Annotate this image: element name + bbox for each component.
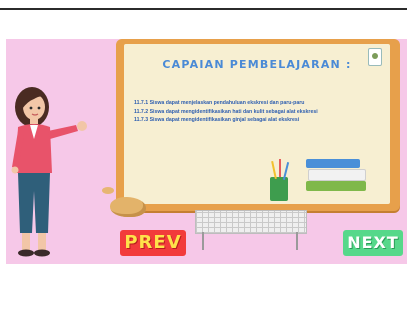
prev-button[interactable]: PREV xyxy=(120,230,186,256)
outcome-item: 11.7.2 Siswa dapat mengidentifikasikan h… xyxy=(134,108,318,115)
teacher-illustration xyxy=(11,87,87,257)
stand-leg xyxy=(202,232,204,250)
learning-outcomes-list: 11.7.1 Siswa dapat menjelaskan pendahulu… xyxy=(134,99,384,125)
outcome-item: 11.7.1 Siswa dapat menjelaskan pendahulu… xyxy=(134,100,305,106)
pencil-icon xyxy=(279,159,281,177)
top-divider xyxy=(0,8,407,10)
school-logo-icon xyxy=(368,48,382,66)
next-button[interactable]: NEXT xyxy=(343,230,403,256)
slide-scene: CAPAIAN PEMBELAJARAN : 11.7.1 Siswa dapa… xyxy=(6,39,407,264)
board-stand xyxy=(195,210,307,234)
outcome-item: 11.7.3 Siswa dapat mengidentifikasikan g… xyxy=(134,117,300,123)
stand-leg xyxy=(296,232,298,250)
slide-title: CAPAIAN PEMBELAJARAN : xyxy=(162,58,352,71)
pencil-cup-icon xyxy=(270,177,288,201)
books-stack-icon xyxy=(306,159,366,203)
